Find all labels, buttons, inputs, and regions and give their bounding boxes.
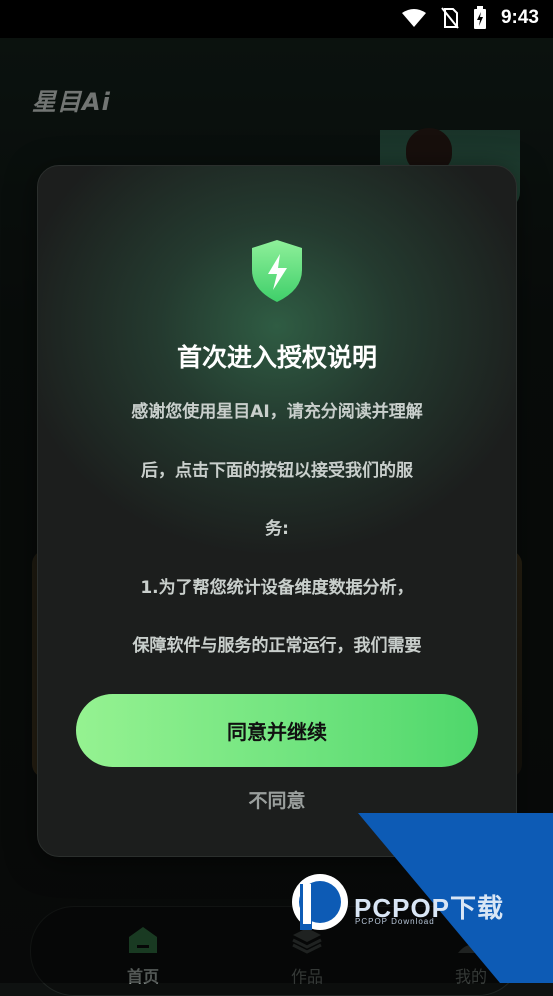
watermark-subtext: PCPOP Download — [355, 917, 435, 926]
body-line: 1.为了帮您统计设备维度数据分析， — [140, 577, 414, 598]
dialog-body[interactable]: 感谢您使用星目AI，请充分阅读并理解 后，点击下面的按钮以接受我们的服 务: 1… — [98, 398, 456, 691]
authorization-dialog: 首次进入授权说明 感谢您使用星目AI，请充分阅读并理解 后，点击下面的按钮以接受… — [37, 165, 517, 857]
no-sim-icon — [441, 7, 459, 29]
body-line: 后，点击下面的按钮以接受我们的服 — [141, 460, 413, 481]
status-time: 9:43 — [500, 7, 539, 28]
body-line: 保障软件与服务的正常运行，我们需要 — [132, 636, 422, 656]
status-icons: 9:43 — [401, 6, 539, 30]
shield-lightning-icon — [252, 240, 302, 302]
dialog-title: 首次进入授权说明 — [176, 343, 377, 372]
disagree-button[interactable]: 不同意 — [38, 786, 516, 813]
body-line: 感谢您使用星目AI，请充分阅读并理解 — [131, 402, 423, 422]
status-bar: 9:43 — [0, 0, 553, 38]
body-line: 务: — [265, 519, 289, 539]
wifi-icon — [401, 9, 426, 27]
agree-continue-button[interactable]: 同意并继续 — [76, 694, 478, 767]
battery-charging-icon — [473, 6, 486, 29]
